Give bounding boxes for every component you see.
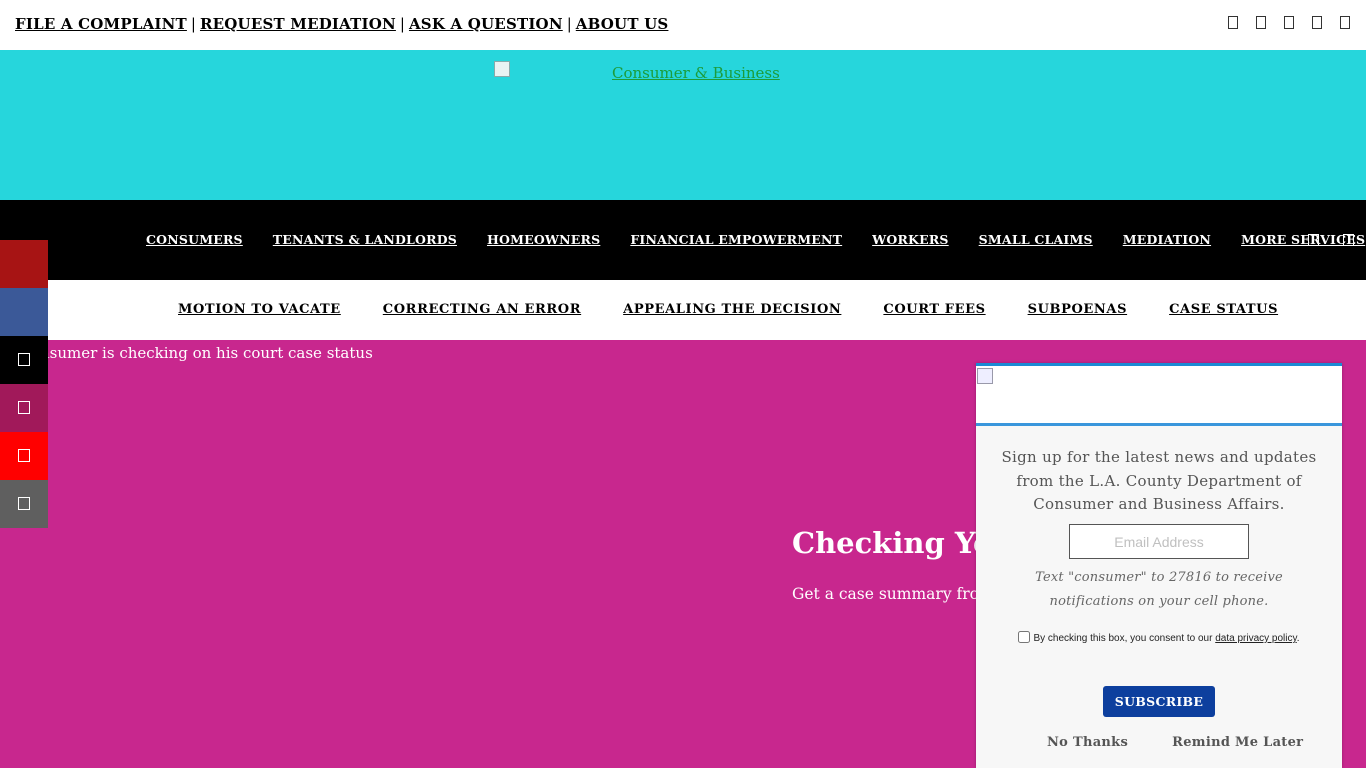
sub-nav: MOTION TO VACATE CORRECTING AN ERROR APP… xyxy=(0,280,1366,340)
consent-end: . xyxy=(1296,633,1300,644)
site-banner: Consumer & Business xyxy=(0,50,1366,200)
popup-dismiss-links: No Thanks Remind Me Later xyxy=(1047,735,1303,750)
no-thanks-link[interactable]: No Thanks xyxy=(1047,735,1128,750)
email-icon[interactable] xyxy=(1256,16,1266,29)
youtube-icon xyxy=(18,449,30,462)
subscribe-button[interactable]: SUBSCRIBE xyxy=(1103,686,1215,717)
subnav-subpoenas[interactable]: SUBPOENAS xyxy=(1028,302,1127,317)
search-icon[interactable] xyxy=(1308,234,1319,246)
hero-image-caption: nsumer is checking on his court case sta… xyxy=(40,344,373,362)
top-links: FILE A COMPLAINT | REQUEST MEDIATION | ASK A… xyxy=(15,15,668,33)
email-share-icon xyxy=(18,497,30,510)
language-icon[interactable] xyxy=(1312,16,1322,29)
nav-workers[interactable]: WORKERS xyxy=(872,232,949,247)
broken-image-icon xyxy=(977,368,993,384)
instagram-icon xyxy=(18,401,30,414)
accessibility-icon[interactable] xyxy=(1340,16,1350,29)
newsletter-signup-popup: Sign up for the latest news and updates … xyxy=(976,363,1342,768)
sms-instructions: Text "consumer" to 27816 to receive noti… xyxy=(1035,570,1283,609)
nav-homeowners[interactable]: HOMEOWNERS xyxy=(487,232,600,247)
hero-subtitle: Get a case summary from xyxy=(792,585,994,603)
nav-small-claims[interactable]: SMALL CLAIMS xyxy=(979,232,1093,247)
popup-header xyxy=(976,366,1342,426)
popup-description: Sign up for the latest news and updates … xyxy=(1001,448,1317,513)
broken-image-icon xyxy=(494,61,510,77)
social-share-bar xyxy=(0,240,48,528)
twitter-icon xyxy=(18,353,30,366)
ask-question-link[interactable]: ASK A QUESTION xyxy=(409,15,563,33)
nav-tenants-landlords[interactable]: TENANTS & LANDLORDS xyxy=(273,232,457,247)
about-us-link[interactable]: ABOUT US xyxy=(576,15,669,33)
request-mediation-link[interactable]: REQUEST MEDIATION xyxy=(200,15,396,33)
consent-text: By checking this box, you consent to our xyxy=(1033,633,1216,644)
share-button[interactable] xyxy=(0,240,48,288)
youtube-button[interactable] xyxy=(0,432,48,480)
subnav-correcting-an-error[interactable]: CORRECTING AN ERROR xyxy=(383,302,581,317)
subnav-appealing-the-decision[interactable]: APPEALING THE DECISION xyxy=(623,302,841,317)
subnav-court-fees[interactable]: COURT FEES xyxy=(883,302,985,317)
separator: | xyxy=(566,15,572,33)
remind-later-link[interactable]: Remind Me Later xyxy=(1172,735,1303,750)
email-input[interactable] xyxy=(1069,524,1249,559)
subnav-motion-to-vacate[interactable]: MOTION TO VACATE xyxy=(178,302,341,317)
separator: | xyxy=(399,15,405,33)
site-logo-link[interactable]: Consumer & Business xyxy=(494,61,784,83)
subnav-case-status[interactable]: CASE STATUS xyxy=(1169,302,1278,317)
nav-consumers[interactable]: CONSUMERS xyxy=(146,232,243,247)
instagram-button[interactable] xyxy=(0,384,48,432)
nav-mediation[interactable]: MEDIATION xyxy=(1123,232,1211,247)
privacy-policy-link[interactable]: data privacy policy xyxy=(1215,633,1297,644)
consent-checkbox[interactable] xyxy=(1018,631,1031,643)
file-complaint-link[interactable]: FILE A COMPLAINT xyxy=(15,15,187,33)
email-share-button[interactable] xyxy=(0,480,48,528)
menu-icon[interactable] xyxy=(1343,234,1354,246)
top-icons xyxy=(1228,16,1350,29)
facebook-button[interactable] xyxy=(0,288,48,336)
logo-alt-text: Consumer & Business xyxy=(612,64,780,82)
separator: | xyxy=(190,15,196,33)
consent-row: By checking this box, you consent to our… xyxy=(1006,624,1312,653)
top-utility-bar: FILE A COMPLAINT | REQUEST MEDIATION | ASK A… xyxy=(0,0,1366,50)
location-icon[interactable] xyxy=(1284,16,1294,29)
main-nav: CONSUMERS TENANTS & LANDLORDS HOMEOWNERS… xyxy=(0,200,1366,280)
nav-financial-empowerment[interactable]: FINANCIAL EMPOWERMENT xyxy=(630,232,842,247)
twitter-button[interactable] xyxy=(0,336,48,384)
phone-icon[interactable] xyxy=(1228,16,1238,29)
